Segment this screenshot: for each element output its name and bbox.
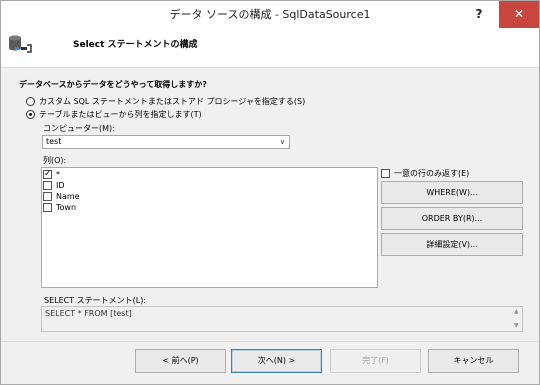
distinct-checkbox[interactable] [381, 168, 390, 178]
computer-value: test [46, 137, 62, 146]
database-icon [9, 35, 32, 53]
scroll-up-icon[interactable]: ▲ [514, 308, 519, 315]
chevron-down-icon: ∨ [279, 138, 285, 146]
next-button[interactable]: 次へ(N) > [231, 349, 322, 373]
cancel-button[interactable]: キャンセル [428, 349, 519, 373]
columns-label: 列(O): [43, 156, 67, 165]
advanced-button[interactable]: 詳細設定(V)... [381, 233, 523, 256]
dialog-window: データ ソースの構成 - SqlDataSource1 ? ✕ Select ス… [0, 0, 540, 385]
finish-button[interactable]: 完了(F) [330, 349, 421, 373]
list-item[interactable]: ID [43, 180, 65, 191]
checkbox[interactable] [43, 192, 52, 201]
sql-text: SELECT * FROM [test] [45, 309, 132, 318]
custom-sql-label: カスタム SQL ステートメントまたはストアド プロシージャを指定する(S) [39, 96, 306, 106]
help-button[interactable]: ? [459, 1, 499, 28]
column-name: Name [56, 192, 80, 201]
list-item[interactable]: ✓ * [43, 169, 60, 180]
list-item[interactable]: Name [43, 191, 80, 202]
custom-sql-option[interactable]: カスタム SQL ステートメントまたはストアド プロシージャを指定する(S) [26, 95, 305, 107]
sql-statement-box[interactable]: SELECT * FROM [test] [41, 306, 523, 332]
distinct-label: 一意の行のみ返す(E) [394, 168, 470, 178]
column-name: * [56, 170, 60, 179]
distinct-option[interactable]: 一意の行のみ返す(E) [381, 167, 469, 179]
title-bar: データ ソースの構成 - SqlDataSource1 ? ✕ [1, 1, 539, 28]
radio-custom-sql[interactable] [26, 96, 35, 106]
footer-divider [1, 341, 539, 342]
checkbox-checked[interactable]: ✓ [43, 170, 52, 179]
column-name: ID [56, 181, 65, 190]
column-name: Town [56, 203, 77, 212]
computer-dropdown[interactable]: test ∨ [42, 135, 290, 149]
question-text: データベースからデータをどうやって取得しますか? [19, 80, 207, 89]
columns-list: ✓ * ID Name Town [41, 167, 378, 288]
wizard-header: Select ステートメントの構成 [1, 28, 539, 68]
where-button[interactable]: WHERE(W)... [381, 181, 523, 204]
scroll-down-icon[interactable]: ▼ [514, 322, 519, 329]
radio-table-view[interactable] [26, 109, 35, 119]
header-title: Select ステートメントの構成 [73, 40, 198, 50]
checkbox[interactable] [43, 203, 52, 212]
checkbox[interactable] [43, 181, 52, 190]
table-view-label: テーブルまたはビューから列を指定します(T) [39, 109, 202, 119]
table-view-option[interactable]: テーブルまたはビューから列を指定します(T) [26, 108, 202, 120]
computer-label: コンピューター(M): [43, 124, 115, 133]
list-item[interactable]: Town [43, 202, 76, 213]
order-by-button[interactable]: ORDER BY(R)... [381, 207, 523, 230]
sql-label: SELECT ステートメント(L): [44, 296, 147, 305]
prev-button[interactable]: < 前へ(P) [135, 349, 226, 373]
close-button[interactable]: ✕ [499, 1, 539, 28]
